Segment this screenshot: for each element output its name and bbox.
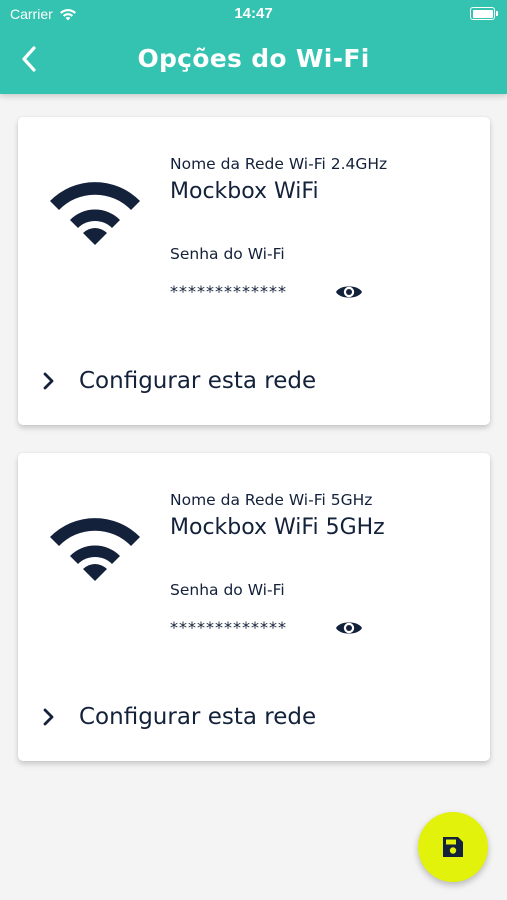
- chevron-right-icon: [36, 705, 60, 729]
- configure-network-button[interactable]: Configurar esta rede: [36, 697, 472, 737]
- chevron-right-icon: [36, 369, 60, 393]
- eye-icon: [336, 622, 362, 634]
- wifi-icon: [50, 182, 140, 245]
- battery-icon: [470, 7, 498, 20]
- network-name-label: Nome da Rede Wi-Fi 2.4GHz: [170, 155, 388, 173]
- app-header: Carrier 14:47 Opções do Wi-Fi: [0, 0, 507, 94]
- network-name: Mockbox WiFi 5GHz: [170, 515, 385, 540]
- password-value: *************: [170, 282, 287, 301]
- show-password-button[interactable]: [334, 280, 364, 304]
- status-bar: Carrier 14:47: [0, 0, 507, 28]
- eye-icon: [336, 286, 362, 298]
- status-time: 14:47: [234, 5, 273, 22]
- network-card-5ghz: Nome da Rede Wi-Fi 5GHz Mockbox WiFi 5GH…: [18, 453, 490, 761]
- password-value: *************: [170, 618, 287, 637]
- password-label: Senha do Wi-Fi: [170, 245, 285, 263]
- wifi-icon: [50, 518, 140, 581]
- save-button[interactable]: [418, 812, 488, 882]
- save-icon: [443, 837, 463, 857]
- network-name-label: Nome da Rede Wi-Fi 5GHz: [170, 491, 373, 509]
- show-password-button[interactable]: [334, 616, 364, 640]
- network-name: Mockbox WiFi: [170, 179, 319, 204]
- page-title: Opções do Wi-Fi: [137, 44, 370, 73]
- configure-network-label: Configurar esta rede: [79, 368, 317, 394]
- configure-network-label: Configurar esta rede: [79, 704, 317, 730]
- configure-network-button[interactable]: Configurar esta rede: [36, 361, 472, 401]
- network-card-2-4ghz: Nome da Rede Wi-Fi 2.4GHz Mockbox WiFi S…: [18, 117, 490, 425]
- password-label: Senha do Wi-Fi: [170, 581, 285, 599]
